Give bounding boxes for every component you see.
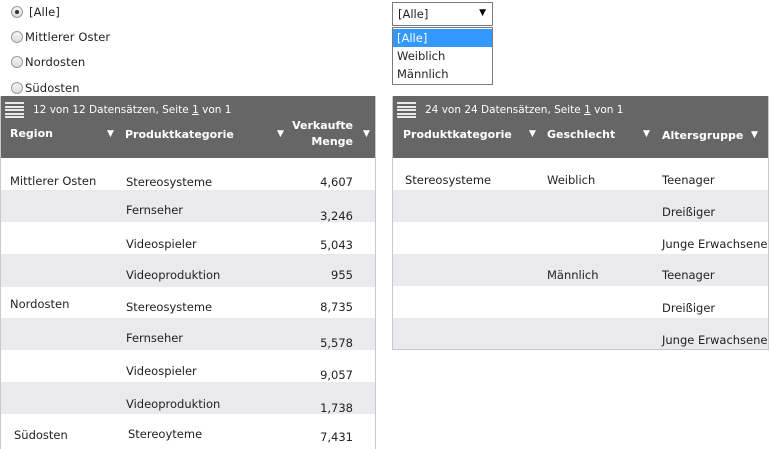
cell-age: Dreißiger: [662, 301, 716, 315]
table-row[interactable]: Männlich Teenager: [393, 254, 768, 286]
sort-arrow-icon[interactable]: ▼: [277, 129, 284, 139]
column-header-qty-line1[interactable]: Verkaufte: [292, 119, 353, 132]
cell-category: Videospieler: [126, 237, 197, 251]
page-total: von 1: [594, 104, 624, 116]
record-count: 24 von 24: [425, 104, 478, 116]
cell-category: Videospieler: [126, 364, 197, 378]
radio-label: Mittlerer Oster: [25, 30, 111, 44]
radio-label: Südosten: [25, 81, 80, 95]
cell-gender: Weiblich: [547, 173, 596, 187]
table-row[interactable]: Videoproduktion 955: [1, 254, 375, 287]
column-header-age[interactable]: Altersgruppe: [662, 129, 743, 142]
pager-text: Datensätzen, Seite: [481, 104, 581, 116]
pager-text: Datensätzen, Seite: [89, 104, 189, 116]
cell-age: Teenager: [662, 173, 715, 187]
radio-option-mittlerer-oster[interactable]: Mittlerer Oster: [11, 29, 110, 45]
sales-by-gender-grid: 24 von 24 Datensätzen, Seite 1 von 1 Pro…: [392, 96, 769, 350]
table-row[interactable]: Südosten Stereoyteme 7,431: [1, 414, 375, 449]
sort-arrow-icon[interactable]: ▼: [643, 129, 650, 139]
cell-category: Videoproduktion: [126, 397, 221, 411]
cell-age: Junge Erwachsene: [662, 237, 768, 251]
cell-region: Nordosten: [10, 297, 70, 311]
page-link[interactable]: 1: [584, 104, 591, 116]
record-count: 12 von 12: [33, 104, 86, 116]
cell-qty: 955: [331, 268, 353, 282]
table-row[interactable]: Fernseher 3,246: [1, 190, 375, 223]
table-row[interactable]: Dreißiger: [393, 286, 768, 318]
cell-region: Südosten: [14, 428, 68, 442]
radio-label: Nordosten: [25, 55, 86, 69]
radio-button[interactable]: [11, 56, 23, 68]
cell-age: Teenager: [662, 268, 715, 282]
cell-qty: 7,431: [320, 430, 353, 444]
grid-pager: 12 von 12 Datensätzen, Seite 1 von 1: [5, 102, 231, 118]
list-lines-icon[interactable]: [5, 102, 24, 118]
page-link[interactable]: 1: [192, 104, 199, 116]
cell-qty: 3,246: [320, 209, 353, 223]
cell-category: Stereosysteme: [405, 173, 492, 187]
gender-select[interactable]: [Alle] ▼: [392, 2, 493, 26]
cell-qty: 5,578: [320, 336, 353, 350]
radio-option-suedosten[interactable]: Südosten: [11, 80, 80, 96]
column-header-category[interactable]: Produktkategorie: [403, 128, 512, 141]
grid-header: 24 von 24 Datensätzen, Seite 1 von 1 Pro…: [393, 96, 768, 158]
table-row[interactable]: Fernseher 5,578: [1, 318, 375, 350]
table-row[interactable]: Junge Erwachsene: [393, 222, 768, 254]
page-total: von 1: [202, 104, 232, 116]
cell-qty: 9,057: [320, 368, 353, 382]
sort-arrow-icon[interactable]: ▼: [751, 130, 758, 140]
cell-qty: 8,735: [320, 300, 353, 314]
table-row[interactable]: Junge Erwachsene: [393, 318, 768, 349]
sales-by-region-grid: 12 von 12 Datensätzen, Seite 1 von 1 Reg…: [0, 96, 376, 449]
cell-gender: Männlich: [547, 268, 599, 282]
table-row[interactable]: Dreißiger: [393, 190, 768, 222]
cell-category: Fernseher: [126, 203, 184, 217]
sort-arrow-icon[interactable]: ▼: [529, 129, 536, 139]
cell-age: Junge Erwachsene: [662, 333, 768, 347]
column-header-qty-line2[interactable]: Menge: [311, 135, 353, 148]
gender-select-options: [Alle] Weiblich Männlich: [392, 27, 493, 85]
table-row[interactable]: Videospieler 9,057: [1, 350, 375, 382]
radio-option-alle[interactable]: [Alle]: [11, 4, 60, 20]
table-row[interactable]: Stereosysteme Weiblich Teenager: [393, 158, 768, 190]
select-option-maennlich[interactable]: Männlich: [393, 65, 492, 83]
cell-qty: 1,738: [320, 401, 353, 415]
cell-category: Stereosysteme: [126, 175, 213, 189]
cell-qty: 4,607: [320, 175, 353, 189]
radio-button[interactable]: [11, 82, 23, 94]
radio-button[interactable]: [11, 6, 23, 18]
grid-pager: 24 von 24 Datensätzen, Seite 1 von 1: [397, 102, 623, 118]
column-header-region[interactable]: Region: [10, 127, 53, 140]
select-option-weiblich[interactable]: Weiblich: [393, 47, 492, 65]
cell-qty: 5,043: [320, 238, 353, 252]
sort-arrow-icon[interactable]: ▼: [107, 129, 114, 139]
cell-age: Dreißiger: [662, 205, 716, 219]
table-row[interactable]: Mittlerer Osten Stereosysteme 4,607: [1, 158, 375, 190]
radio-label: [Alle]: [29, 5, 60, 19]
column-header-category[interactable]: Produktkategorie: [125, 128, 234, 141]
cell-category: Videoproduktion: [126, 268, 221, 282]
grid-header: 12 von 12 Datensätzen, Seite 1 von 1 Reg…: [1, 96, 375, 158]
list-lines-icon[interactable]: [397, 102, 416, 118]
column-header-gender[interactable]: Geschlecht: [547, 128, 615, 141]
radio-option-nordosten[interactable]: Nordosten: [11, 54, 85, 70]
select-option-alle[interactable]: [Alle]: [393, 29, 492, 47]
sort-arrow-icon[interactable]: ▼: [363, 129, 370, 139]
cell-category: Fernseher: [126, 331, 184, 345]
cell-category: Stereoyteme: [128, 427, 203, 441]
radio-button[interactable]: [11, 31, 23, 43]
cell-category: Stereosysteme: [126, 300, 213, 314]
table-row[interactable]: Videospieler 5,043: [1, 222, 375, 254]
select-value: [Alle]: [398, 7, 429, 21]
cell-region: Mittlerer Osten: [10, 174, 97, 188]
dropdown-arrow-icon[interactable]: ▼: [479, 8, 486, 18]
table-row[interactable]: Videoproduktion 1,738: [1, 382, 375, 415]
table-row[interactable]: Nordosten Stereosysteme 8,735: [1, 287, 375, 318]
